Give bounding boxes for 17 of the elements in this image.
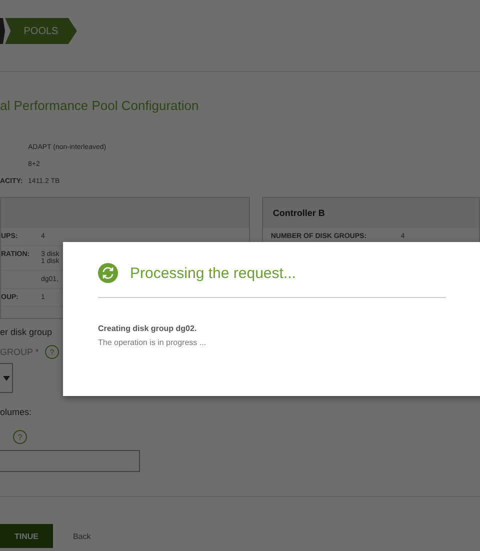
dropdown-field[interactable] <box>0 363 13 393</box>
caret-icon <box>2 376 10 380</box>
help-icon[interactable]: ? <box>44 345 59 359</box>
form-intro: er disk group <box>0 327 52 337</box>
help-icon[interactable]: ? <box>13 430 27 444</box>
dialog-message: Creating disk group dg02. <box>98 324 198 333</box>
refresh-icon <box>98 263 118 283</box>
back-link[interactable]: Back <box>73 532 91 540</box>
field-label: olumes: <box>0 407 32 417</box>
input-field[interactable] <box>0 450 140 472</box>
page-title: al Performance Pool Configuration <box>0 98 200 113</box>
dialog-title: Processing the request... <box>130 264 296 282</box>
breadcrumb-step[interactable] <box>0 18 5 44</box>
continue-button[interactable]: TINUE <box>0 524 53 548</box>
breadcrumb-step[interactable]: POOLS <box>5 18 77 44</box>
dialog-detail: The operation is in progress ... <box>98 338 208 347</box>
panel-header: Controller B <box>262 198 479 228</box>
